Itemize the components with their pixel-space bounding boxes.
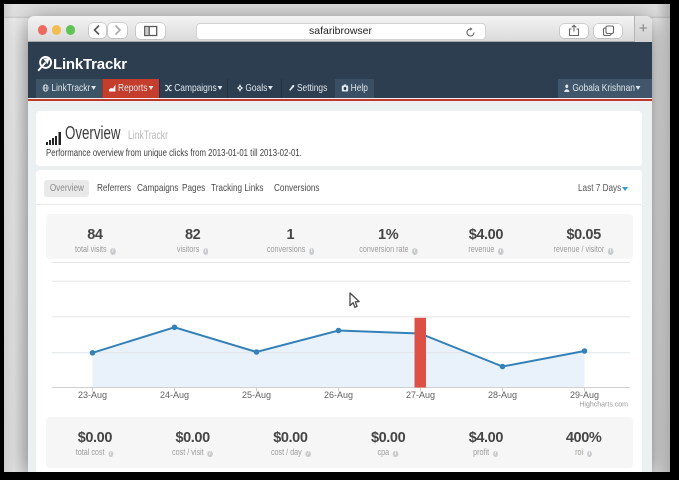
svg-text:27-Aug: 27-Aug bbox=[405, 390, 434, 400]
svg-text:25-Aug: 25-Aug bbox=[241, 390, 270, 400]
svg-text:Highcharts.com: Highcharts.com bbox=[579, 402, 628, 409]
svg-text:24-Aug: 24-Aug bbox=[159, 390, 188, 400]
svg-text:29-Aug: 29-Aug bbox=[569, 390, 598, 400]
svg-text:23-Aug: 23-Aug bbox=[77, 390, 106, 400]
svg-text:28-Aug: 28-Aug bbox=[487, 390, 516, 400]
svg-text:26-Aug: 26-Aug bbox=[323, 390, 352, 400]
